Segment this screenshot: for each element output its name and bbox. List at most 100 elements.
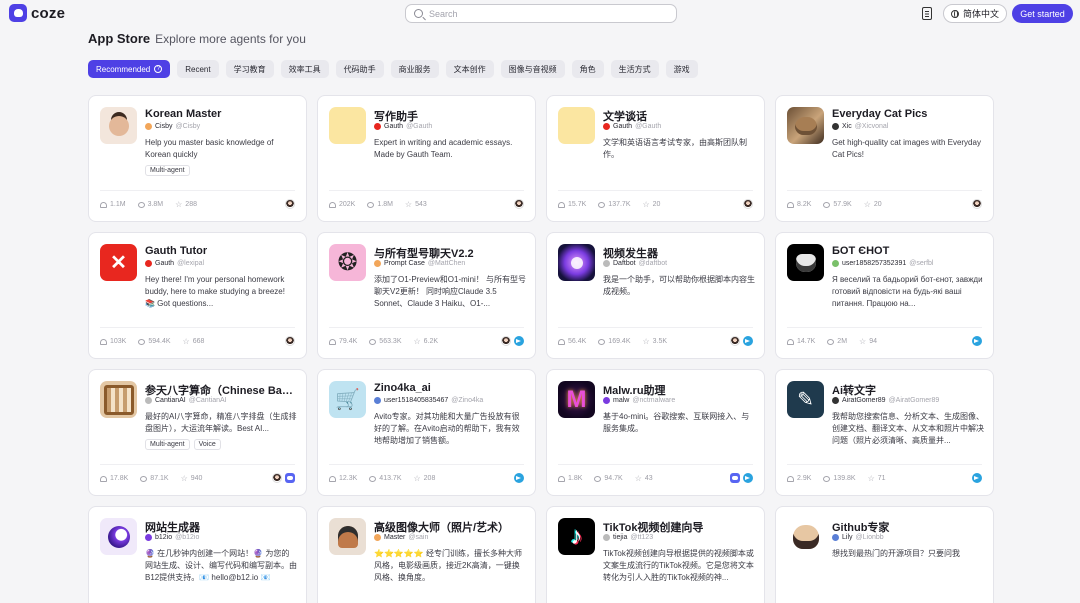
agent-card[interactable]: 与所有型号聊天V2.2Prompt Case@MattChen 添加了O1-Pre… [317,232,536,359]
agent-thumbnail [329,381,366,418]
users-stat: 1.1M [100,201,126,208]
agent-card[interactable]: Github专家 Lily @Lionbb 想找到最热门的开源项目？只要问我 [775,506,994,603]
author-avatar [145,123,152,130]
chat-icon [598,201,606,208]
agent-author[interactable]: Lily @Lionbb [832,534,884,541]
agent-description: Get high-quality cat images with Everyda… [832,138,981,159]
chats-count: 3.8M [147,201,164,208]
category-tab[interactable]: 生活方式 [610,60,659,78]
category-tab-label: 效率工具 [288,64,321,74]
star-icon: ☆ [859,337,867,346]
users-stat: 56.4K [558,338,586,345]
star-icon: ☆ [642,200,650,209]
search-input[interactable] [429,8,659,19]
chats-stat: 594.4K [138,338,171,345]
agent-card[interactable]: TikTok视频创建向导tiejia@tt123 TikTok视频创建向导根据提供… [546,506,765,603]
author-name: Cisby [155,123,173,130]
agent-author[interactable]: tiejia @tt123 [603,534,653,541]
agent-author[interactable]: user1858257352391 @serfbl [832,260,933,267]
users-count: 14.7K [797,338,816,345]
agent-author[interactable]: b12io @b12io [145,534,199,541]
logo-text: coze [31,4,66,22]
agent-author[interactable]: Gauth @Gauth [603,123,661,130]
chats-stat: 2M [827,338,847,345]
category-tab[interactable]: 学习教育 [225,60,274,78]
agent-card[interactable]: 视频发生器 Daftbot @daftbot 我是一个助手，可以帮助你根据脚本内容生成… [546,232,765,359]
author-handle: @Gauth [406,123,433,130]
chats-count: 94.7K [604,475,623,482]
agent-stats: 56.4K 169.4K ☆ 3.5K [558,338,667,346]
category-tab[interactable]: 图像与音视频 [500,60,565,78]
users-icon [787,338,794,345]
users-count: 2.9K [797,475,812,482]
agent-thumbnail [329,107,366,144]
category-tab[interactable]: 代码助手 [335,60,384,78]
category-tab[interactable]: 效率工具 [280,60,329,78]
agent-card[interactable]: 文学谈话 Gauth @Gauth 文学和英语语言考试专家，由高斯团队制作。 15.7K… [546,95,765,222]
agent-author[interactable]: user1518405835467 @Zino4ka [374,397,483,404]
star-icon: ☆ [175,200,183,209]
chat-icon [823,201,831,208]
agent-card[interactable]: 参天八字算命（Chinese BaZi） CantianAI @CantianAI 最… [88,369,307,496]
search-box[interactable] [405,4,677,23]
agent-author[interactable]: Xic @Xicvonal [832,123,888,130]
agent-author[interactable]: Daftbot @daftbot [603,260,667,267]
agent-name: Zino4ka_ai [374,382,431,394]
chats-count: 139.8K [833,475,856,482]
category-tab-label: 游戏 [673,64,690,74]
coze-logo[interactable]: coze [9,4,65,22]
agent-card[interactable]: 网站生成器 b12io @b12io 🔮 在几秒钟内创建一个网站！🔮 为您的网站生成、… [88,506,307,603]
agent-card[interactable]: Gauth Tutor Gauth@lexipal Hey there! I'm y… [88,232,307,359]
category-tab-label: 图像与音视频 [508,64,557,74]
agent-author[interactable]: Gauth @lexipal [145,260,204,267]
agent-author[interactable]: Cisby @Cisby [145,123,200,130]
agent-author[interactable]: AiratGomer89 @AiratGomer89 [832,397,939,404]
agent-author[interactable]: Gauth @Gauth [374,123,432,130]
category-tabs: Recommended? Recent 学习教育 效率工具 代码助手 商业服务 文本创作 图像… [88,60,698,78]
author-name: user1518405835467 [384,397,449,404]
category-tab[interactable]: 角色 [571,60,604,78]
doubao-icon [514,199,524,209]
card-divider [329,464,524,465]
agent-stats: 79.4K 563.3K ☆ 6.2K [329,338,438,346]
author-handle: @Zino4ka [451,397,484,404]
category-tab[interactable]: 商业服务 [390,60,439,78]
agent-card[interactable]: БОТ ЄНОТ user1858257352391 @serfbl Я весели… [775,232,994,359]
agent-description: 基于4o-mini。谷歌搜索、互联网接入、与服务集成。 [603,412,750,433]
agent-author[interactable]: Master @sain [374,534,428,541]
agent-card[interactable]: Ai转文字AiratGomer89@AiratGomer89 我帮助您搜索信息、分… [775,369,994,496]
agent-card[interactable]: 写作助手 Gauth @Gauth Expert in writing and aca… [317,95,536,222]
platform-icons [285,336,295,346]
users-count: 202K [339,201,356,208]
agent-card[interactable]: Korean Master Cisby @Cisby Help you master … [88,95,307,222]
author-handle: @daftbot [638,260,668,267]
card-divider [558,190,753,191]
chats-stat: 94.7K [594,475,623,482]
chats-count: 2M [837,338,848,345]
author-name: user1858257352391 [842,260,907,267]
users-count: 103K [110,338,127,345]
agent-card[interactable]: Zino4ka_ai user1518405835467@Zino4ka Avito… [317,369,536,496]
document-icon[interactable] [922,7,932,20]
agent-card[interactable]: 高级图像大师（照片/艺术） Master @sain ⭐⭐⭐⭐⭐ 经专门训练，擅长多种… [317,506,536,603]
stars-count: 20 [873,201,882,208]
category-tab[interactable]: 文本创作 [445,60,494,78]
category-tab[interactable]: Recent [177,60,219,78]
agent-author[interactable]: Prompt Case @MattChen [374,260,465,267]
users-count: 79.4K [339,338,358,345]
agent-card[interactable]: Malw.ru助理malw@nctmalware 基于4o-mini。谷歌搜索、互… [546,369,765,496]
get-started-button[interactable]: Get started [1012,4,1073,23]
agent-description: 我帮助您搜索信息、分析文本、生成图像、创建文档、翻译文本、从文本和照片中解决问题… [832,412,984,445]
author-name: Gauth [384,123,404,130]
agent-author[interactable]: CantianAI @CantianAI [145,397,227,404]
category-tab[interactable]: 游戏 [665,60,698,78]
star-icon: ☆ [634,474,642,483]
agent-card[interactable]: Everyday Cat Pics Xic @Xicvonal Get high-qu… [775,95,994,222]
agent-author[interactable]: malw @nctmalware [603,397,675,404]
author-name: b12io [155,534,173,541]
language-button[interactable]: 简体中文 [943,4,1007,23]
chats-count: 169.4K [608,338,631,345]
chats-count: 1.8M [377,201,393,208]
chats-stat: 1.8M [367,201,393,208]
category-tab[interactable]: Recommended? [88,60,171,78]
